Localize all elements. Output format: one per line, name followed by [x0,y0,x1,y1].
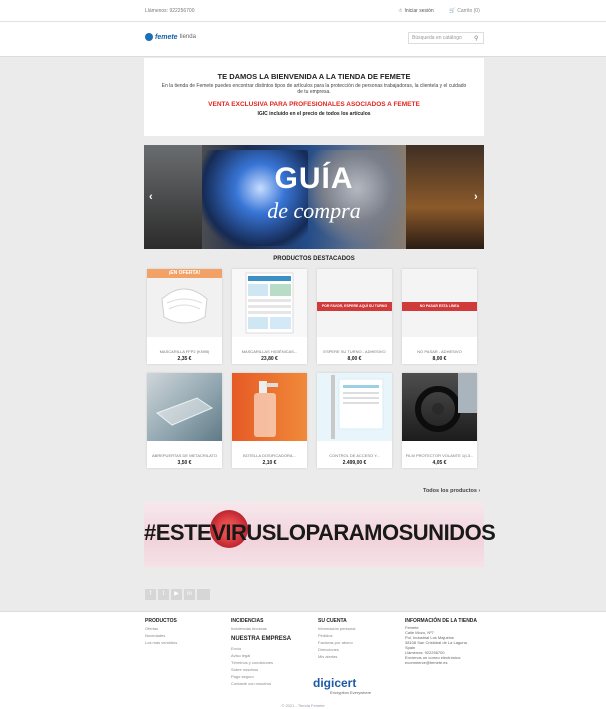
search-placeholder: Búsqueda en catálogo [412,35,462,41]
featured-products-title: PRODUCTOS DESTACADOS [273,256,355,262]
product-image-bottle [232,373,307,441]
product-price: 23,80 € [261,356,278,362]
footer-link[interactable]: Aviso legal [231,653,250,658]
footer-link[interactable]: Contacte con nosotros [231,681,271,686]
product-name[interactable]: BOTELLA DOSIFICADORA... [232,453,307,458]
product-price: 4,05 € [432,460,447,466]
footer-link[interactable]: Pedidos [318,633,332,638]
user-icon: ☃ [398,8,403,14]
product-price: 2,10 € [262,460,277,466]
footer-account-title: SU CUENTA [318,618,347,624]
social-extra-icon[interactable] [197,589,210,600]
logo-subtext: tienda [179,34,196,40]
cart-icon: 🛒 [449,8,456,14]
product-image-access-control [317,373,392,441]
banner-image-right [406,145,484,249]
product-image-sticker-stop: NO PASAR ESTA LÍNEA [402,269,477,337]
all-products-link[interactable]: Todos los productos › [423,488,480,494]
product-image-masks-sheet [232,269,307,337]
digicert-tagline: Encryption Everywhere [330,690,372,695]
product-price: 2.499,00 € [342,460,367,466]
product-image-door-opener [147,373,222,441]
logo-icon [145,33,153,41]
product-name[interactable]: NO PASAR - ADHESIVO [402,349,477,354]
digicert-logo: digicert [313,676,357,690]
contact-phone: Llámenos: 922256700 [145,8,195,14]
banner-subtitle: de compra [267,198,361,223]
product-name[interactable]: FILM PROTECTOR VOLANTE 1(L3... [402,453,477,458]
footer-link[interactable]: Direcciones [318,647,339,652]
product-price: 3,50 € [177,460,192,466]
promo-hashtag: #ESTEVIRUSLOPARAMOSUNIDOS [144,520,496,545]
cart-link[interactable]: 🛒 Carrito (0) [449,8,480,14]
footer-link[interactable]: Envío [231,646,241,651]
copyright[interactable]: © 2021 - Tienda Femete [0,703,606,708]
product-name[interactable]: ESPERE SU TURNO - ADHESIVO [317,349,392,354]
footer-link[interactable]: Novedades [145,633,165,638]
footer-store-info-title: INFORMACIÓN DE LA TIENDA [405,618,478,624]
banner-title: GUÍA [274,162,354,195]
footer-incidencias-title: INCIDENCIAS [231,618,264,624]
footer-empresa-title: NUESTRA EMPRESA [231,636,292,642]
sticker-text: POR FAVOR, ESPERE AQUÍ SU TURNO [317,302,392,311]
product-name[interactable]: MASCARILLAS HIGIÉNICAS... [232,349,307,354]
welcome-title: TE DAMOS LA BIENVENIDA A LA TIENDA DE FE… [217,72,411,81]
footer-link[interactable]: Términos y condiciones [231,660,273,665]
igic-notice: IGIC incluido en el precio de todos los … [257,111,371,117]
product-name[interactable]: ABREPUERTAS DE METACRILATO [147,453,222,458]
product-name[interactable]: MASCARILLA FFP2 (KN95) [147,349,222,354]
store-email-link[interactable]: ecommerce@femete.es [405,660,448,665]
footer-link[interactable]: Facturas por abono [318,640,353,645]
twitter-icon[interactable]: t [158,589,169,600]
product-price: 2,35 € [177,356,192,362]
login-link[interactable]: ☃ Iniciar sesión [398,8,434,14]
welcome-body: En la tienda de Femete puedes encontrar … [161,83,467,95]
footer-link[interactable]: Información personal [318,626,355,631]
footer-link[interactable]: Incidencias técnicas [231,626,267,631]
banner-next-button[interactable]: › [474,191,478,203]
header [0,22,606,57]
youtube-icon[interactable]: ▶ [171,589,182,600]
footer-products-title: PRODUCTOS [145,618,177,624]
product-image-mask [147,269,222,337]
offer-badge: ¡EN OFERTA! [147,269,222,278]
logo-text: femete [155,33,178,41]
product-image-steering-wheel [402,373,477,441]
product-price: 8,00 € [347,356,362,362]
search-icon[interactable]: ⚲ [474,35,478,42]
footer-link[interactable]: Ofertas [145,626,158,631]
facebook-icon[interactable]: f [145,589,156,600]
sticker-text: NO PASAR ESTA LÍNEA [402,302,477,311]
footer-link[interactable]: Los más vendidos [145,640,177,645]
exclusive-notice: VENTA EXCLUSIVA PARA PROFESIONALES ASOCI… [208,101,420,108]
footer-link[interactable]: Pago seguro [231,674,254,679]
footer [0,611,606,709]
cart-label: Carrito (0) [457,8,480,14]
product-price: 8,00 € [432,356,447,362]
banner-prev-button[interactable]: ‹ [149,191,153,203]
logo[interactable]: femete tienda [145,33,196,41]
linkedin-icon[interactable]: in [184,589,195,600]
product-image-sticker-turn: POR FAVOR, ESPERE AQUÍ SU TURNO [317,269,392,337]
footer-link[interactable]: Sobre nosotros [231,667,258,672]
login-label: Iniciar sesión [404,8,434,14]
footer-link[interactable]: Mis alertas [318,654,337,659]
product-name[interactable]: CONTROL DE ACCESO Y... [317,453,392,458]
welcome-box [144,58,484,136]
top-bar [0,0,606,22]
